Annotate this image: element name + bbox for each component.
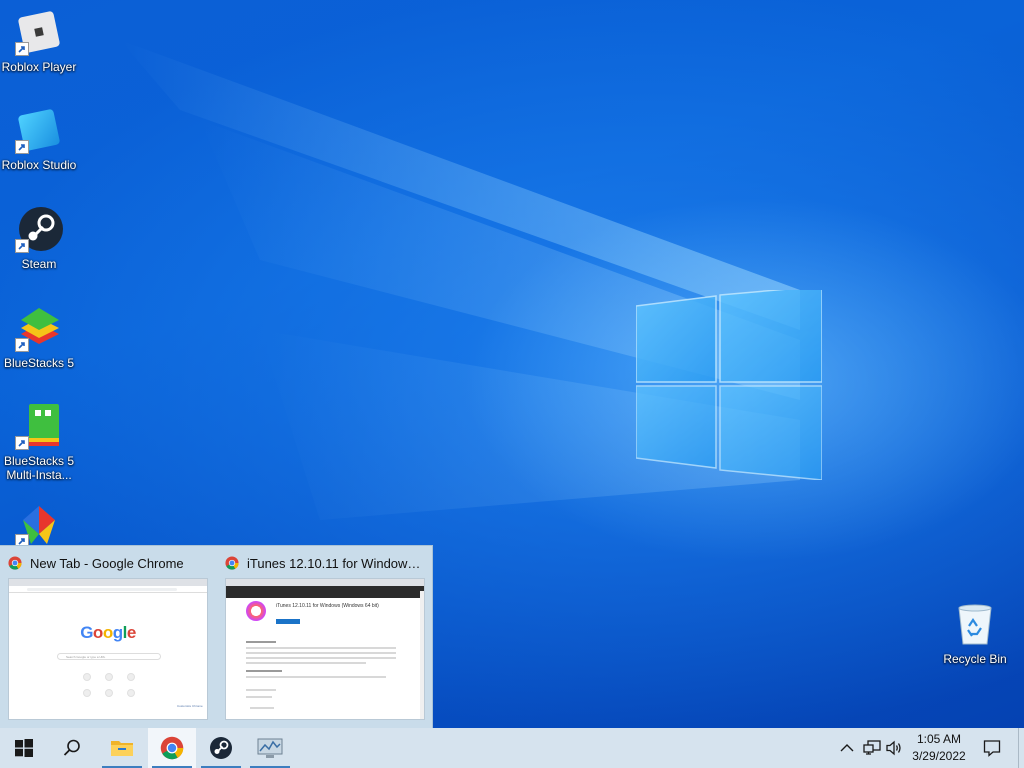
customize-chrome-link: Customize Chrome [177,704,203,708]
shortcut-tile [105,689,113,697]
recycle-bin-icon [951,600,999,648]
network-icon [863,740,881,755]
chrome-icon [160,736,184,760]
desktop-icon-label: BlueStacks 5 [3,356,75,370]
shortcut-arrow-icon [15,42,29,56]
shortcut-tile [83,673,91,681]
desktop-icon-label: Roblox Studio [1,158,77,172]
unnamed-app-icon [15,500,63,548]
file-explorer-button[interactable] [98,728,146,768]
action-center-button[interactable] [978,728,1006,768]
desktop-icon-recycle-bin[interactable]: Recycle Bin [936,600,1014,666]
text-line [246,696,272,698]
chrome-button[interactable] [148,728,196,768]
desktop-icon-bluestacks-multi-instance[interactable]: BlueStacks 5 Multi-Insta... [0,402,78,482]
taskbar-thumbnail-popup: New Tab - Google Chrome Google Search Go… [0,545,433,728]
itunes-page-heading: iTunes 12.10.11 for Windows (Windows 64 … [276,603,379,609]
itunes-icon [246,601,266,621]
thumbnail-title: New Tab - Google Chrome [8,554,208,572]
text-line [246,676,386,678]
shortcut-tile [105,673,113,681]
shortcut-tile [83,689,91,697]
desktop-icon-unnamed-app[interactable] [0,500,78,548]
desktop-icon-bluestacks[interactable]: BlueStacks 5 [0,304,78,370]
thumbnail-itunes-download[interactable]: iTunes 12.10.11 for Windows (W... iTunes… [217,546,433,729]
text-line [246,657,396,659]
steam-button[interactable] [197,728,245,768]
shortcut-arrow-icon [15,338,29,352]
roblox-player-icon [15,8,63,56]
mini-tab-bar [226,579,424,586]
shortcut-tile [127,689,135,697]
chevron-up-icon [840,744,854,752]
chrome-icon [225,556,239,570]
windows-logo-icon [15,739,33,757]
volume-icon [886,740,901,756]
thumbnail-preview: Google Search Google or type a URL Custo… [8,578,208,720]
clock-time: 1:05 AM [916,732,962,746]
desktop-icon-roblox-player[interactable]: Roblox Player [0,8,78,74]
clock-date: 3/29/2022 [912,749,966,763]
roblox-studio-icon [15,106,63,154]
search-button[interactable] [48,728,96,768]
thumbnail-title: iTunes 12.10.11 for Windows (W... [225,554,425,572]
volume-tray-button[interactable] [884,728,906,768]
bluestacks-multi-instance-icon [15,402,63,450]
text-line [246,641,276,643]
windows-logo-wallpaper [636,290,822,480]
shortcut-arrow-icon [15,140,29,154]
folder-icon [111,741,133,756]
text-line [246,662,366,664]
desktop-icon-label: BlueStacks 5 Multi-Insta... [3,454,75,482]
text-line [246,670,282,672]
mini-omnibox [9,586,207,593]
desktop-icon-steam[interactable]: Steam [0,205,78,271]
desktop-icon-label: Recycle Bin [943,652,1007,666]
bluestacks-icon [15,304,63,352]
shortcut-arrow-icon [15,239,29,253]
desktop-icon-label: Roblox Player [1,60,77,74]
thumbnail-preview: iTunes 12.10.11 for Windows (Windows 64 … [225,578,425,720]
search-icon [63,739,80,756]
network-tray-button[interactable] [860,728,884,768]
text-line [246,647,396,649]
start-button[interactable] [0,728,48,768]
show-desktop-button[interactable] [1018,728,1024,768]
monitor-icon [257,738,283,758]
mini-scrollbar [420,591,424,719]
desktop-icon-roblox-studio[interactable]: Roblox Studio [0,106,78,172]
shortcut-arrow-icon [15,436,29,450]
taskbar: 1:05 AM 3/29/2022 [0,728,1024,768]
download-button [276,619,300,624]
system-clock[interactable]: 1:05 AM 3/29/2022 [904,731,974,765]
desktop-icon-label: Steam [21,257,57,271]
show-hidden-icons-button[interactable] [836,728,858,768]
shortcut-tile [127,673,135,681]
resource-monitor-button[interactable] [246,728,294,768]
chrome-icon [8,556,22,570]
mini-site-header [226,586,424,598]
thumbnail-chrome-new-tab[interactable]: New Tab - Google Chrome Google Search Go… [0,546,216,729]
text-line [250,707,274,709]
mini-search-box: Search Google or type a URL [57,653,161,660]
mini-tab-bar [9,579,207,586]
google-logo: Google [80,623,136,642]
notification-icon [983,740,1001,757]
text-line [246,652,396,654]
steam-icon [210,737,232,759]
steam-icon [15,205,63,253]
text-line [246,689,276,691]
